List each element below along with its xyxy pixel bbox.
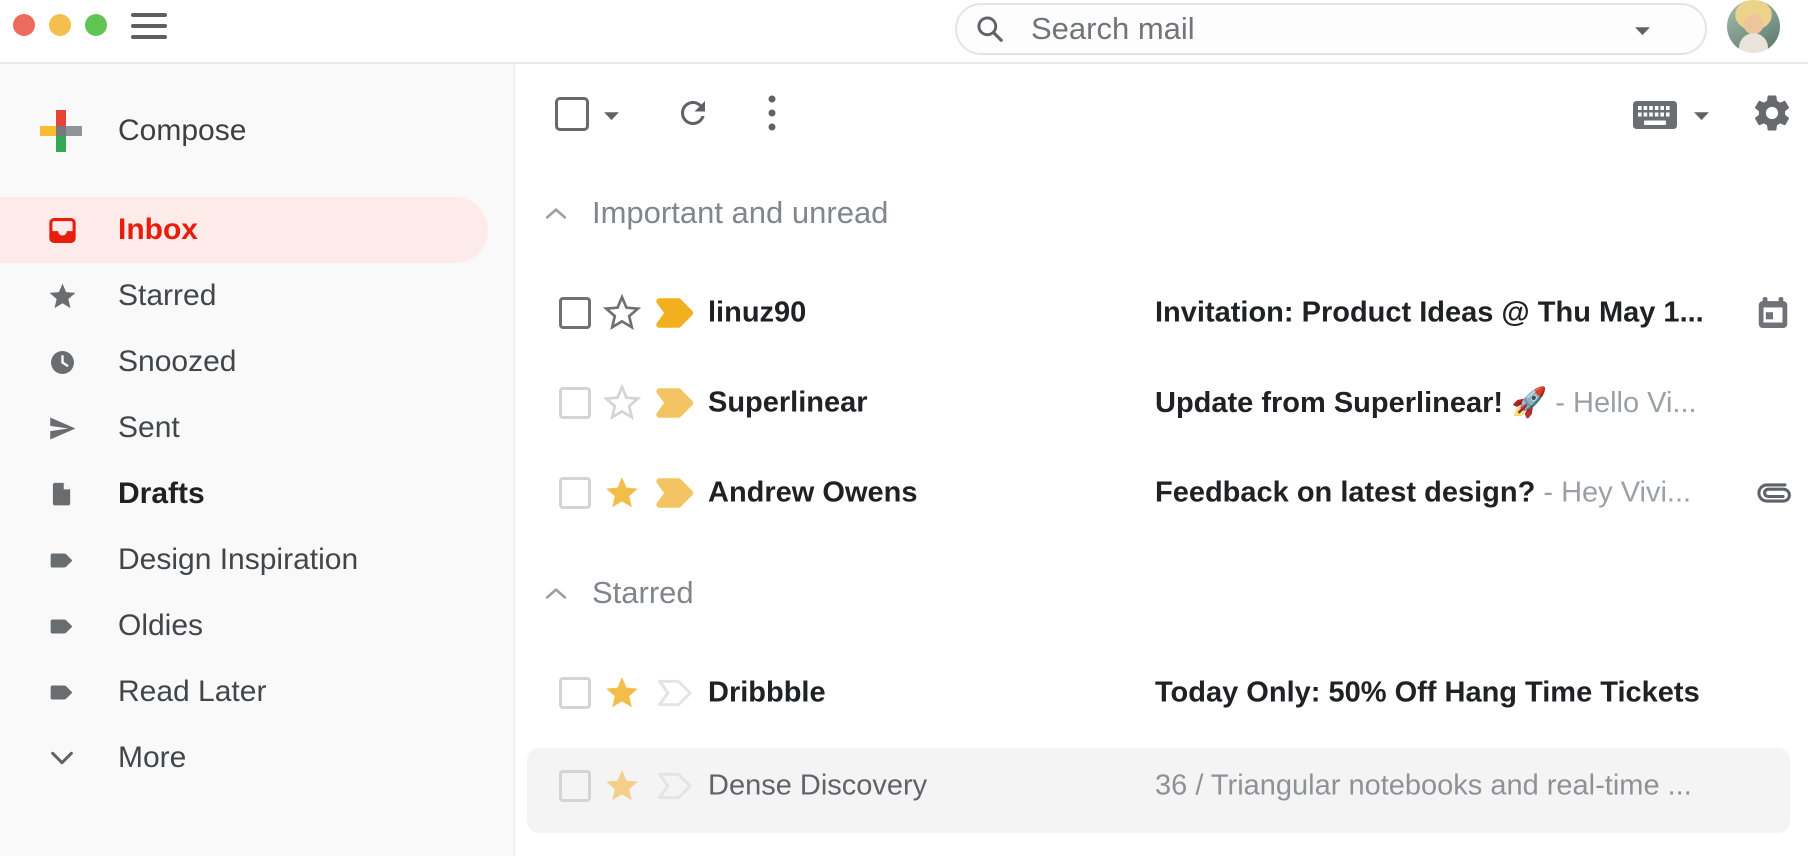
sidebar-item-drafts[interactable]: Drafts — [0, 461, 514, 527]
email-subject: 36 / Triangular notebooks and real-time … — [1155, 769, 1736, 802]
label-tag-icon — [46, 546, 78, 575]
section-title: Important and unread — [592, 195, 888, 231]
chevron-down-icon — [46, 751, 78, 765]
snippet-text: - Hey Vivi... — [1535, 477, 1691, 509]
email-row[interactable]: Superlinear Update from Superlinear! 🚀 -… — [515, 358, 1808, 448]
sidebar-item-sent[interactable]: Sent — [0, 395, 514, 461]
sidebar-item-inbox[interactable]: Inbox — [0, 197, 488, 263]
label-tag-icon — [46, 612, 78, 641]
more-options-icon[interactable] — [767, 94, 777, 132]
subject-text: 36 / Triangular notebooks and real-time … — [1155, 769, 1692, 801]
menu-bar — [131, 13, 167, 17]
search-bar[interactable]: Search mail — [955, 3, 1707, 55]
section-header-important-unread: Important and unread — [515, 150, 1808, 268]
label-tag-icon — [46, 678, 78, 707]
sidebar-item-more[interactable]: More — [0, 725, 514, 791]
send-icon — [46, 413, 78, 444]
sidebar-nav: Inbox Starred Snoozed Sent Drafts — [0, 197, 514, 791]
window-minimize-button[interactable] — [49, 14, 71, 36]
section-header-starred: Starred — [515, 538, 1808, 648]
avatar[interactable] — [1727, 0, 1780, 53]
star-icon[interactable] — [603, 294, 641, 332]
refresh-icon[interactable] — [675, 95, 711, 131]
email-row[interactable]: Dribbble Today Only: 50% Off Hang Time T… — [515, 648, 1808, 738]
email-subject: Update from Superlinear! 🚀 - Hello Vi... — [1155, 386, 1736, 420]
clock-icon — [46, 348, 78, 377]
select-all-checkbox[interactable] — [555, 97, 589, 131]
search-icon — [974, 13, 1006, 45]
email-subject: Feedback on latest design? - Hey Vivi... — [1155, 477, 1736, 510]
subject-text: Invitation: Product Ideas @ Thu May 1... — [1155, 297, 1704, 329]
email-row[interactable]: linuz90 Invitation: Product Ideas @ Thu … — [515, 268, 1808, 358]
row-checkbox[interactable] — [559, 477, 591, 509]
sidebar-item-label: More — [118, 741, 186, 775]
snippet-text: - Hello Vi... — [1547, 387, 1696, 419]
compose-button[interactable]: Compose — [0, 104, 514, 158]
email-sender: Dense Discovery — [708, 769, 1138, 802]
importance-marker-icon[interactable] — [655, 297, 697, 329]
sidebar-item-label: Sent — [118, 411, 180, 445]
sidebar-item-snoozed[interactable]: Snoozed — [0, 329, 514, 395]
window-zoom-button[interactable] — [85, 14, 107, 36]
menu-bar — [131, 24, 167, 28]
settings-gear-icon[interactable] — [1751, 92, 1793, 134]
importance-marker-icon[interactable] — [655, 770, 697, 802]
list-toolbar — [515, 64, 1808, 150]
star-icon[interactable] — [603, 384, 641, 422]
calendar-icon — [1754, 294, 1792, 332]
sidebar-item-label: Inbox — [118, 213, 198, 247]
email-sender: Superlinear — [708, 387, 1138, 420]
subject-text: Today Only: 50% Off Hang Time Tickets — [1155, 677, 1700, 709]
subject-text: Update from Superlinear! 🚀 — [1155, 387, 1547, 419]
menu-bar — [131, 35, 167, 39]
star-icon[interactable] — [603, 674, 641, 712]
row-checkbox[interactable] — [559, 677, 591, 709]
compose-plus-icon — [38, 108, 84, 154]
email-subject: Invitation: Product Ideas @ Thu May 1... — [1155, 297, 1736, 330]
paperclip-icon — [1752, 477, 1792, 509]
email-sender: Andrew Owens — [708, 477, 1138, 510]
sidebar: Compose Inbox Starred Snoozed — [0, 64, 515, 856]
email-sender: Dribbble — [708, 677, 1138, 710]
sidebar-item-read-later[interactable]: Read Later — [0, 659, 514, 725]
inbox-icon — [46, 215, 78, 246]
select-options-caret-icon[interactable] — [603, 111, 620, 121]
star-icon[interactable] — [603, 767, 641, 805]
subject-text: Feedback on latest design? — [1155, 477, 1535, 509]
section-title: Starred — [592, 575, 694, 611]
input-tools-caret-icon[interactable] — [1693, 111, 1710, 121]
sidebar-item-label: Oldies — [118, 609, 203, 643]
row-checkbox[interactable] — [559, 387, 591, 419]
email-sender: linuz90 — [708, 297, 1138, 330]
importance-marker-icon[interactable] — [655, 677, 697, 709]
importance-marker-icon[interactable] — [655, 387, 697, 419]
importance-marker-icon[interactable] — [655, 477, 697, 509]
sidebar-item-oldies[interactable]: Oldies — [0, 593, 514, 659]
star-icon[interactable] — [603, 474, 641, 512]
input-tools-keyboard-icon[interactable] — [1633, 101, 1677, 129]
draft-file-icon — [46, 480, 78, 508]
collapse-chevron-up-icon[interactable] — [545, 207, 567, 220]
search-options-caret-icon[interactable] — [1634, 26, 1651, 36]
sidebar-item-label: Starred — [118, 279, 216, 313]
collapse-chevron-up-icon[interactable] — [545, 587, 567, 600]
email-subject: Today Only: 50% Off Hang Time Tickets — [1155, 677, 1736, 710]
star-icon — [46, 281, 78, 312]
email-row[interactable]: Andrew Owens Feedback on latest design? … — [515, 448, 1808, 538]
window-close-button[interactable] — [13, 14, 35, 36]
email-row[interactable]: Dense Discovery 36 / Triangular notebook… — [515, 738, 1808, 833]
sidebar-item-design-inspiration[interactable]: Design Inspiration — [0, 527, 514, 593]
compose-label: Compose — [118, 114, 246, 148]
sidebar-item-label: Drafts — [118, 477, 205, 511]
window-titlebar: Search mail — [0, 0, 1808, 64]
row-checkbox[interactable] — [559, 770, 591, 802]
sidebar-item-starred[interactable]: Starred — [0, 263, 514, 329]
email-list-pane: Important and unread linuz90 Invitation:… — [515, 64, 1808, 856]
sidebar-item-label: Design Inspiration — [118, 543, 358, 577]
main-menu-icon[interactable] — [131, 13, 167, 41]
search-input[interactable]: Search mail — [1031, 11, 1195, 47]
sidebar-item-label: Read Later — [118, 675, 266, 709]
sidebar-item-label: Snoozed — [118, 345, 236, 379]
row-checkbox[interactable] — [559, 297, 591, 329]
